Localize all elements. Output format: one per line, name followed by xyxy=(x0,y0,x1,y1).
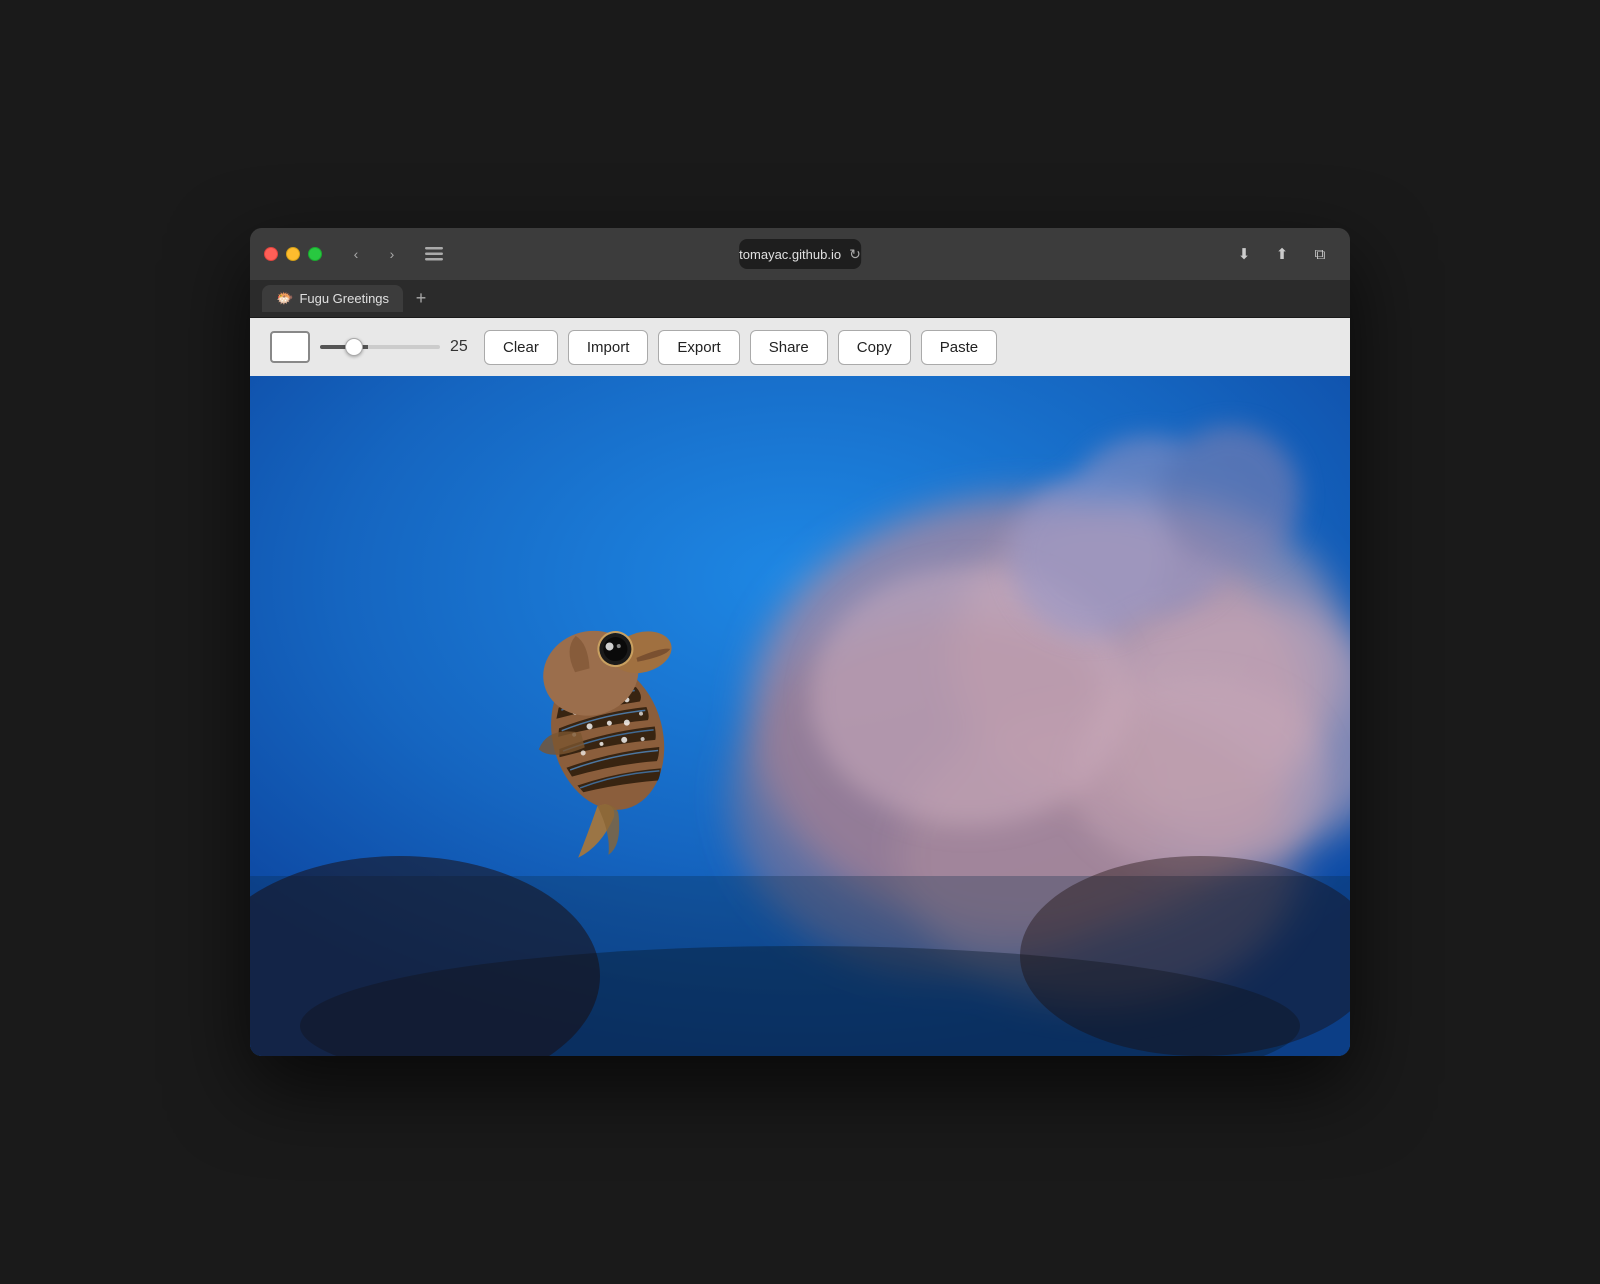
sidebar-icon xyxy=(425,247,443,261)
browser-window: ‹ › tomayac.github.io ↻ ⬇ ⬆ xyxy=(250,228,1350,1056)
url-text: tomayac.github.io xyxy=(739,247,841,262)
download-icon: ⬇ xyxy=(1238,245,1251,263)
fish-canvas[interactable] xyxy=(250,376,1350,1056)
size-slider[interactable] xyxy=(320,345,440,349)
back-button[interactable]: ‹ xyxy=(340,241,372,267)
slider-container: 25 xyxy=(320,338,474,356)
sidebar-button[interactable] xyxy=(418,241,450,267)
tab-button[interactable]: ⧉ xyxy=(1304,241,1336,267)
nav-buttons: ‹ › xyxy=(340,241,408,267)
share-app-button[interactable]: Share xyxy=(750,330,828,365)
reload-button[interactable]: ↻ xyxy=(849,246,861,263)
color-swatch[interactable] xyxy=(270,331,310,363)
active-tab[interactable]: 🐡 Fugu Greetings xyxy=(262,285,403,312)
share-icon: ⬆ xyxy=(1276,245,1289,263)
minimize-button[interactable] xyxy=(286,247,300,261)
share-button[interactable]: ⬆ xyxy=(1266,241,1298,267)
tab-title: Fugu Greetings xyxy=(299,291,389,306)
traffic-lights xyxy=(264,247,322,261)
size-value: 25 xyxy=(450,338,474,356)
title-bar: ‹ › tomayac.github.io ↻ ⬇ ⬆ xyxy=(250,228,1350,280)
back-icon: ‹ xyxy=(354,246,359,262)
canvas-area[interactable] xyxy=(250,376,1350,1056)
export-button[interactable]: Export xyxy=(658,330,739,365)
address-bar[interactable]: tomayac.github.io ↻ xyxy=(739,239,861,269)
download-button[interactable]: ⬇ xyxy=(1228,241,1260,267)
toolbar-right: ⬇ ⬆ ⧉ xyxy=(1228,241,1336,267)
maximize-button[interactable] xyxy=(308,247,322,261)
clear-button[interactable]: Clear xyxy=(484,330,558,365)
app-toolbar: 25 Clear Import Export Share Copy Paste xyxy=(250,318,1350,376)
tab-favicon: 🐡 xyxy=(276,290,293,307)
copy-button[interactable]: Copy xyxy=(838,330,911,365)
new-tab-button[interactable]: + xyxy=(407,285,435,313)
close-button[interactable] xyxy=(264,247,278,261)
import-button[interactable]: Import xyxy=(568,330,649,365)
forward-button[interactable]: › xyxy=(376,241,408,267)
tab-bar: 🐡 Fugu Greetings + xyxy=(250,280,1350,318)
paste-button[interactable]: Paste xyxy=(921,330,997,365)
forward-icon: › xyxy=(390,246,395,262)
tab-icon: ⧉ xyxy=(1315,246,1326,263)
